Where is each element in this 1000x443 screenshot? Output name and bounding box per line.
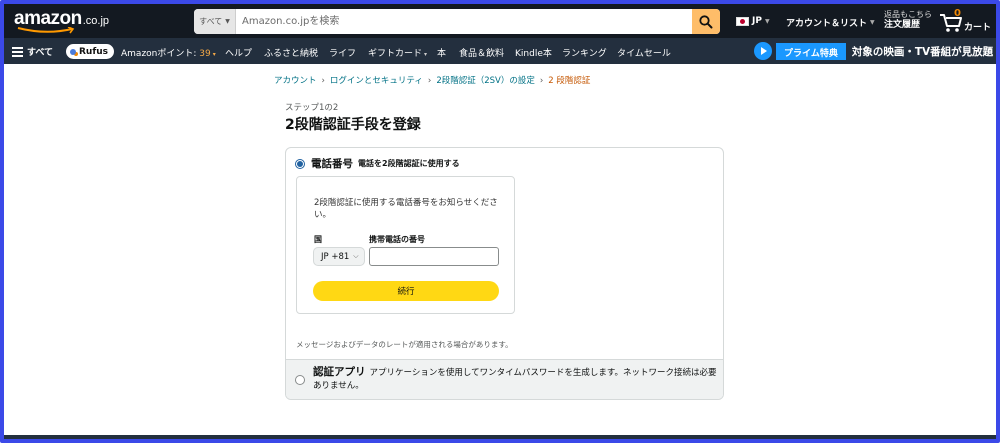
phone-option-label: 電話番号 xyxy=(311,158,353,170)
logo-tld: .co.jp xyxy=(82,15,110,27)
nav-item-help[interactable]: ヘルプ xyxy=(225,46,252,59)
nav-item-food[interactable]: 食品＆飲料 xyxy=(459,46,504,59)
phone-label: 携帯電話の番号 xyxy=(369,235,425,244)
rufus-label: Rufus xyxy=(79,46,109,57)
top-header: amazon.co.jp すべて▼ JP ▼ アカウン xyxy=(4,4,996,38)
cart-count: 0 xyxy=(954,8,961,19)
nav-item-life[interactable]: ライフ xyxy=(329,46,356,59)
auth-app-description: アプリケーションを使用してワンタイムパスワードを生成します。ネットワーク接続は必… xyxy=(313,368,717,391)
account-menu[interactable]: アカウント＆リスト ▼ xyxy=(786,16,875,29)
chevron-right-icon: › xyxy=(539,76,544,86)
auth-app-option[interactable]: 認証アプリ アプリケーションを使用してワンタイムパスワードを生成します。ネットワー… xyxy=(286,359,723,399)
rufus-button[interactable]: Rufus xyxy=(66,44,115,59)
chevron-down-icon: ▾ xyxy=(424,51,428,58)
smile-icon xyxy=(17,27,75,34)
nav-bar: すべて Rufus Amazonポイント: 39 ▾ ヘルプ ふるさと納税 ライフ… xyxy=(4,38,996,64)
nav-item-giftcard[interactable]: ギフトカード ▾ xyxy=(368,46,427,59)
orders-line1: 返品もこちら xyxy=(884,10,932,19)
account-label: アカウント＆リスト xyxy=(786,19,868,29)
prime-tag: プライム特典 xyxy=(776,42,846,60)
points-value: 39 xyxy=(199,49,211,59)
orders-link[interactable]: 返品もこちら 注文履歴 xyxy=(884,9,932,31)
auth-app-text: 認証アプリ アプリケーションを使用してワンタイムパスワードを生成します。ネットワー… xyxy=(313,366,718,393)
logo-text: amazon xyxy=(14,8,82,29)
play-icon xyxy=(754,42,772,60)
rates-notice: メッセージおよびデータのレートが適用される場合があります。 xyxy=(296,340,513,349)
orders-line2: 注文履歴 xyxy=(884,20,921,30)
giftcard-label: ギフトカード xyxy=(368,49,423,59)
breadcrumb-account[interactable]: アカウント xyxy=(274,76,317,86)
chevron-right-icon: › xyxy=(427,76,432,86)
page-title: 2段階認証手段を登録 xyxy=(285,117,421,133)
chevron-down-icon: ⌵ xyxy=(353,252,359,260)
method-card: 電話番号 電話を2段階認証に使用する 2段階認証に使用する電話番号をお知らせくだ… xyxy=(285,147,724,400)
nav-item-timesale[interactable]: タイムセール xyxy=(617,46,671,59)
chevron-down-icon: ▾ xyxy=(212,51,216,58)
search-input[interactable] xyxy=(236,9,692,34)
step-indicator: ステップ1の2 xyxy=(285,103,339,113)
prime-text: 対象の映画・TV番組が見放題 xyxy=(851,45,994,58)
language-selector[interactable]: JP ▼ xyxy=(736,16,770,26)
breadcrumb: アカウント › ログインとセキュリティ › 2段階認証（2SV）の設定 › 2 段階認証 xyxy=(274,74,590,86)
language-label: JP xyxy=(752,16,762,26)
breadcrumb-login-security[interactable]: ログインとセキュリティ xyxy=(330,76,423,86)
all-menu-button[interactable]: すべて xyxy=(12,45,53,58)
country-code-value: JP +81 xyxy=(321,251,350,262)
points-label: Amazonポイント: xyxy=(121,49,200,59)
search-category-dropdown[interactable]: すべて ▼ xyxy=(194,9,236,34)
search-category-label: すべて xyxy=(199,17,223,26)
search-bar: すべて ▼ xyxy=(194,9,720,34)
all-menu-label: すべて xyxy=(27,48,54,58)
japan-flag-icon xyxy=(736,16,749,26)
nav-item-books[interactable]: 本 xyxy=(437,46,446,59)
country-code-select[interactable]: JP +81 ⌵ xyxy=(313,247,365,266)
footer-bar xyxy=(4,435,996,439)
cart-button[interactable]: 0 カート xyxy=(939,8,995,34)
cart-label: カート xyxy=(964,23,992,33)
phone-form: 2段階認証に使用する電話番号をお知らせください。 国 携帯電話の番号 JP +8… xyxy=(296,176,515,314)
nav-item-ranking[interactable]: ランキング xyxy=(562,46,607,59)
chevron-down-icon: ▼ xyxy=(764,17,770,25)
prime-banner[interactable]: プライム特典 対象の映画・TV番組が見放題 xyxy=(754,41,993,61)
nav-item-points[interactable]: Amazonポイント: 39 ▾ xyxy=(121,46,216,59)
amazon-logo[interactable]: amazon.co.jp xyxy=(14,8,109,34)
phone-radio[interactable] xyxy=(295,158,305,169)
phone-option-sublabel: 電話を2段階認証に使用する xyxy=(358,159,460,168)
phone-option[interactable]: 電話番号 電話を2段階認証に使用する xyxy=(295,156,460,171)
rufus-icon xyxy=(70,48,76,55)
chevron-right-icon: › xyxy=(321,76,325,86)
continue-button[interactable]: 続行 xyxy=(313,281,499,301)
phone-description: 2段階認証に使用する電話番号をお知らせください。 xyxy=(314,198,498,220)
search-button[interactable] xyxy=(692,9,720,34)
phone-number-input[interactable] xyxy=(369,247,499,266)
hamburger-icon xyxy=(12,47,23,57)
country-label: 国 xyxy=(314,235,322,244)
auth-app-label: 認証アプリ xyxy=(313,366,366,378)
breadcrumb-current: 2 段階認証 xyxy=(548,76,591,86)
breadcrumb-2sv-settings[interactable]: 2段階認証（2SV）の設定 xyxy=(436,76,535,86)
nav-item-kindle[interactable]: Kindle本 xyxy=(515,46,552,59)
chevron-down-icon: ▼ xyxy=(225,18,230,25)
browser-frame: amazon.co.jp すべて▼ JP ▼ アカウン xyxy=(0,0,1000,443)
auth-app-radio[interactable] xyxy=(295,375,305,385)
chevron-down-icon: ▼ xyxy=(870,19,875,26)
nav-item-furusato[interactable]: ふるさと納税 xyxy=(264,46,318,59)
search-icon xyxy=(699,14,713,28)
